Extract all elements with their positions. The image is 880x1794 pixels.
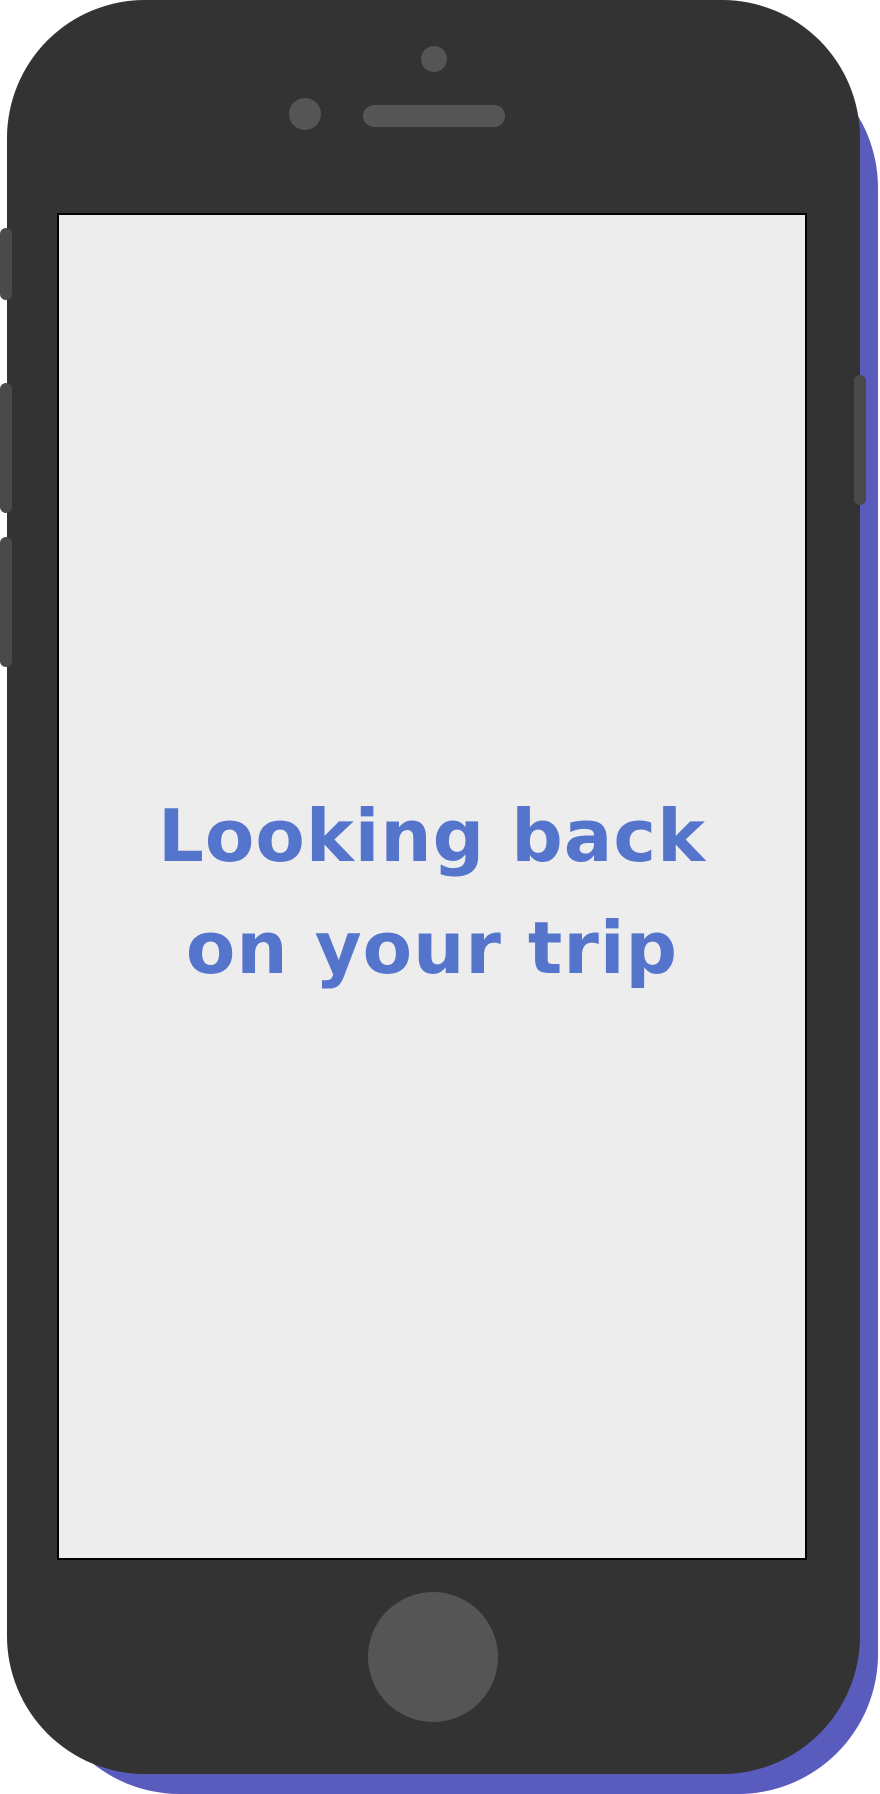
home-button[interactable] [368, 1592, 498, 1722]
headline-line-1: Looking back [158, 793, 706, 878]
phone-mockup: Looking back on your trip [0, 0, 880, 1794]
mute-switch[interactable] [0, 228, 12, 300]
headline-line-2: on your trip [185, 905, 679, 990]
volume-up-button[interactable] [0, 383, 12, 513]
earpiece-speaker [363, 105, 505, 127]
proximity-sensor [421, 46, 447, 72]
power-button[interactable] [854, 375, 866, 505]
front-camera-icon [289, 98, 321, 130]
volume-down-button[interactable] [0, 537, 12, 667]
screen-headline: Looking back on your trip [158, 780, 706, 1004]
phone-screen: Looking back on your trip [57, 213, 807, 1560]
